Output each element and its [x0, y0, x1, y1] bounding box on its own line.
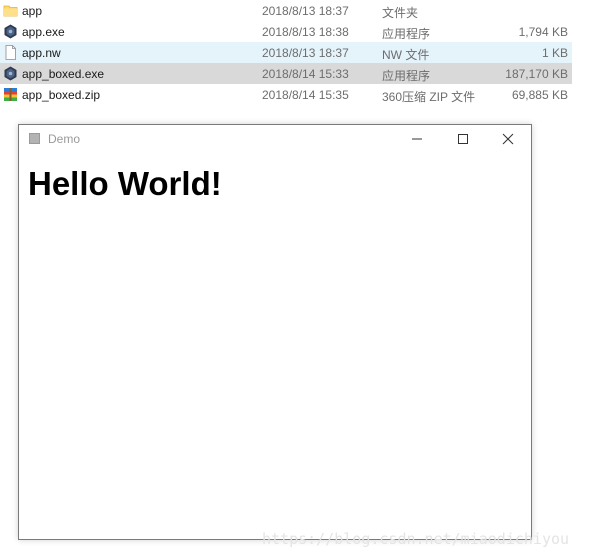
- file-size: 1 KB: [541, 46, 568, 60]
- file-date: 2018/8/14 15:35: [262, 88, 349, 102]
- folder-icon: [3, 3, 18, 18]
- file-date: 2018/8/13 18:38: [262, 25, 349, 39]
- window-titlebar[interactable]: Demo: [19, 125, 531, 153]
- file-size: 1,794 KB: [518, 25, 568, 39]
- file-type: 应用程序: [382, 69, 431, 83]
- file-row[interactable]: app_boxed.exe 2018/8/14 15:33 应用程序 187,1…: [0, 63, 572, 84]
- file-row[interactable]: app_boxed.zip 2018/8/14 15:35 360压缩 ZIP …: [0, 84, 572, 105]
- file-row[interactable]: app.exe 2018/8/13 18:38 应用程序 1,794 KB: [0, 21, 572, 42]
- file-name: app.nw: [22, 46, 61, 60]
- blank-file-icon: [3, 45, 18, 60]
- close-icon: [502, 133, 514, 145]
- window-content: Hello World!: [19, 153, 531, 539]
- file-type: 应用程序: [382, 27, 431, 41]
- file-name: app_boxed.zip: [22, 88, 101, 102]
- demo-window[interactable]: Demo Hello World!: [18, 124, 532, 540]
- file-type: 360压缩 ZIP 文件: [382, 90, 476, 104]
- file-name: app: [22, 4, 43, 18]
- file-size: 187,170 KB: [505, 67, 568, 81]
- file-date: 2018/8/14 15:33: [262, 67, 349, 81]
- file-row[interactable]: app 2018/8/13 18:37 文件夹: [0, 0, 572, 21]
- nw-app-icon: [3, 24, 18, 39]
- watermark-text: https://blog.csdn.net/miaodichiyou: [262, 530, 570, 548]
- file-date: 2018/8/13 18:37: [262, 4, 349, 18]
- minimize-button[interactable]: [394, 125, 440, 153]
- file-type: NW 文件: [382, 48, 430, 62]
- file-date: 2018/8/13 18:37: [262, 46, 349, 60]
- maximize-button[interactable]: [440, 125, 486, 153]
- file-size: 69,885 KB: [511, 88, 568, 102]
- file-name: app.exe: [22, 25, 65, 39]
- file-name: app_boxed.exe: [22, 67, 105, 81]
- maximize-icon: [458, 134, 468, 144]
- hello-heading: Hello World!: [28, 165, 222, 202]
- file-explorer-list: app 2018/8/13 18:37 文件夹 app.exe 2018/8/1…: [0, 0, 611, 110]
- nw-app-icon: [3, 66, 18, 81]
- file-type: 文件夹: [382, 6, 419, 20]
- minimize-icon: [412, 138, 422, 140]
- close-button[interactable]: [485, 125, 531, 153]
- app-window-icon: [29, 133, 40, 144]
- file-row[interactable]: app.nw 2018/8/13 18:37 NW 文件 1 KB: [0, 42, 572, 63]
- zip-archive-icon: [3, 87, 18, 102]
- window-title: Demo: [48, 132, 81, 146]
